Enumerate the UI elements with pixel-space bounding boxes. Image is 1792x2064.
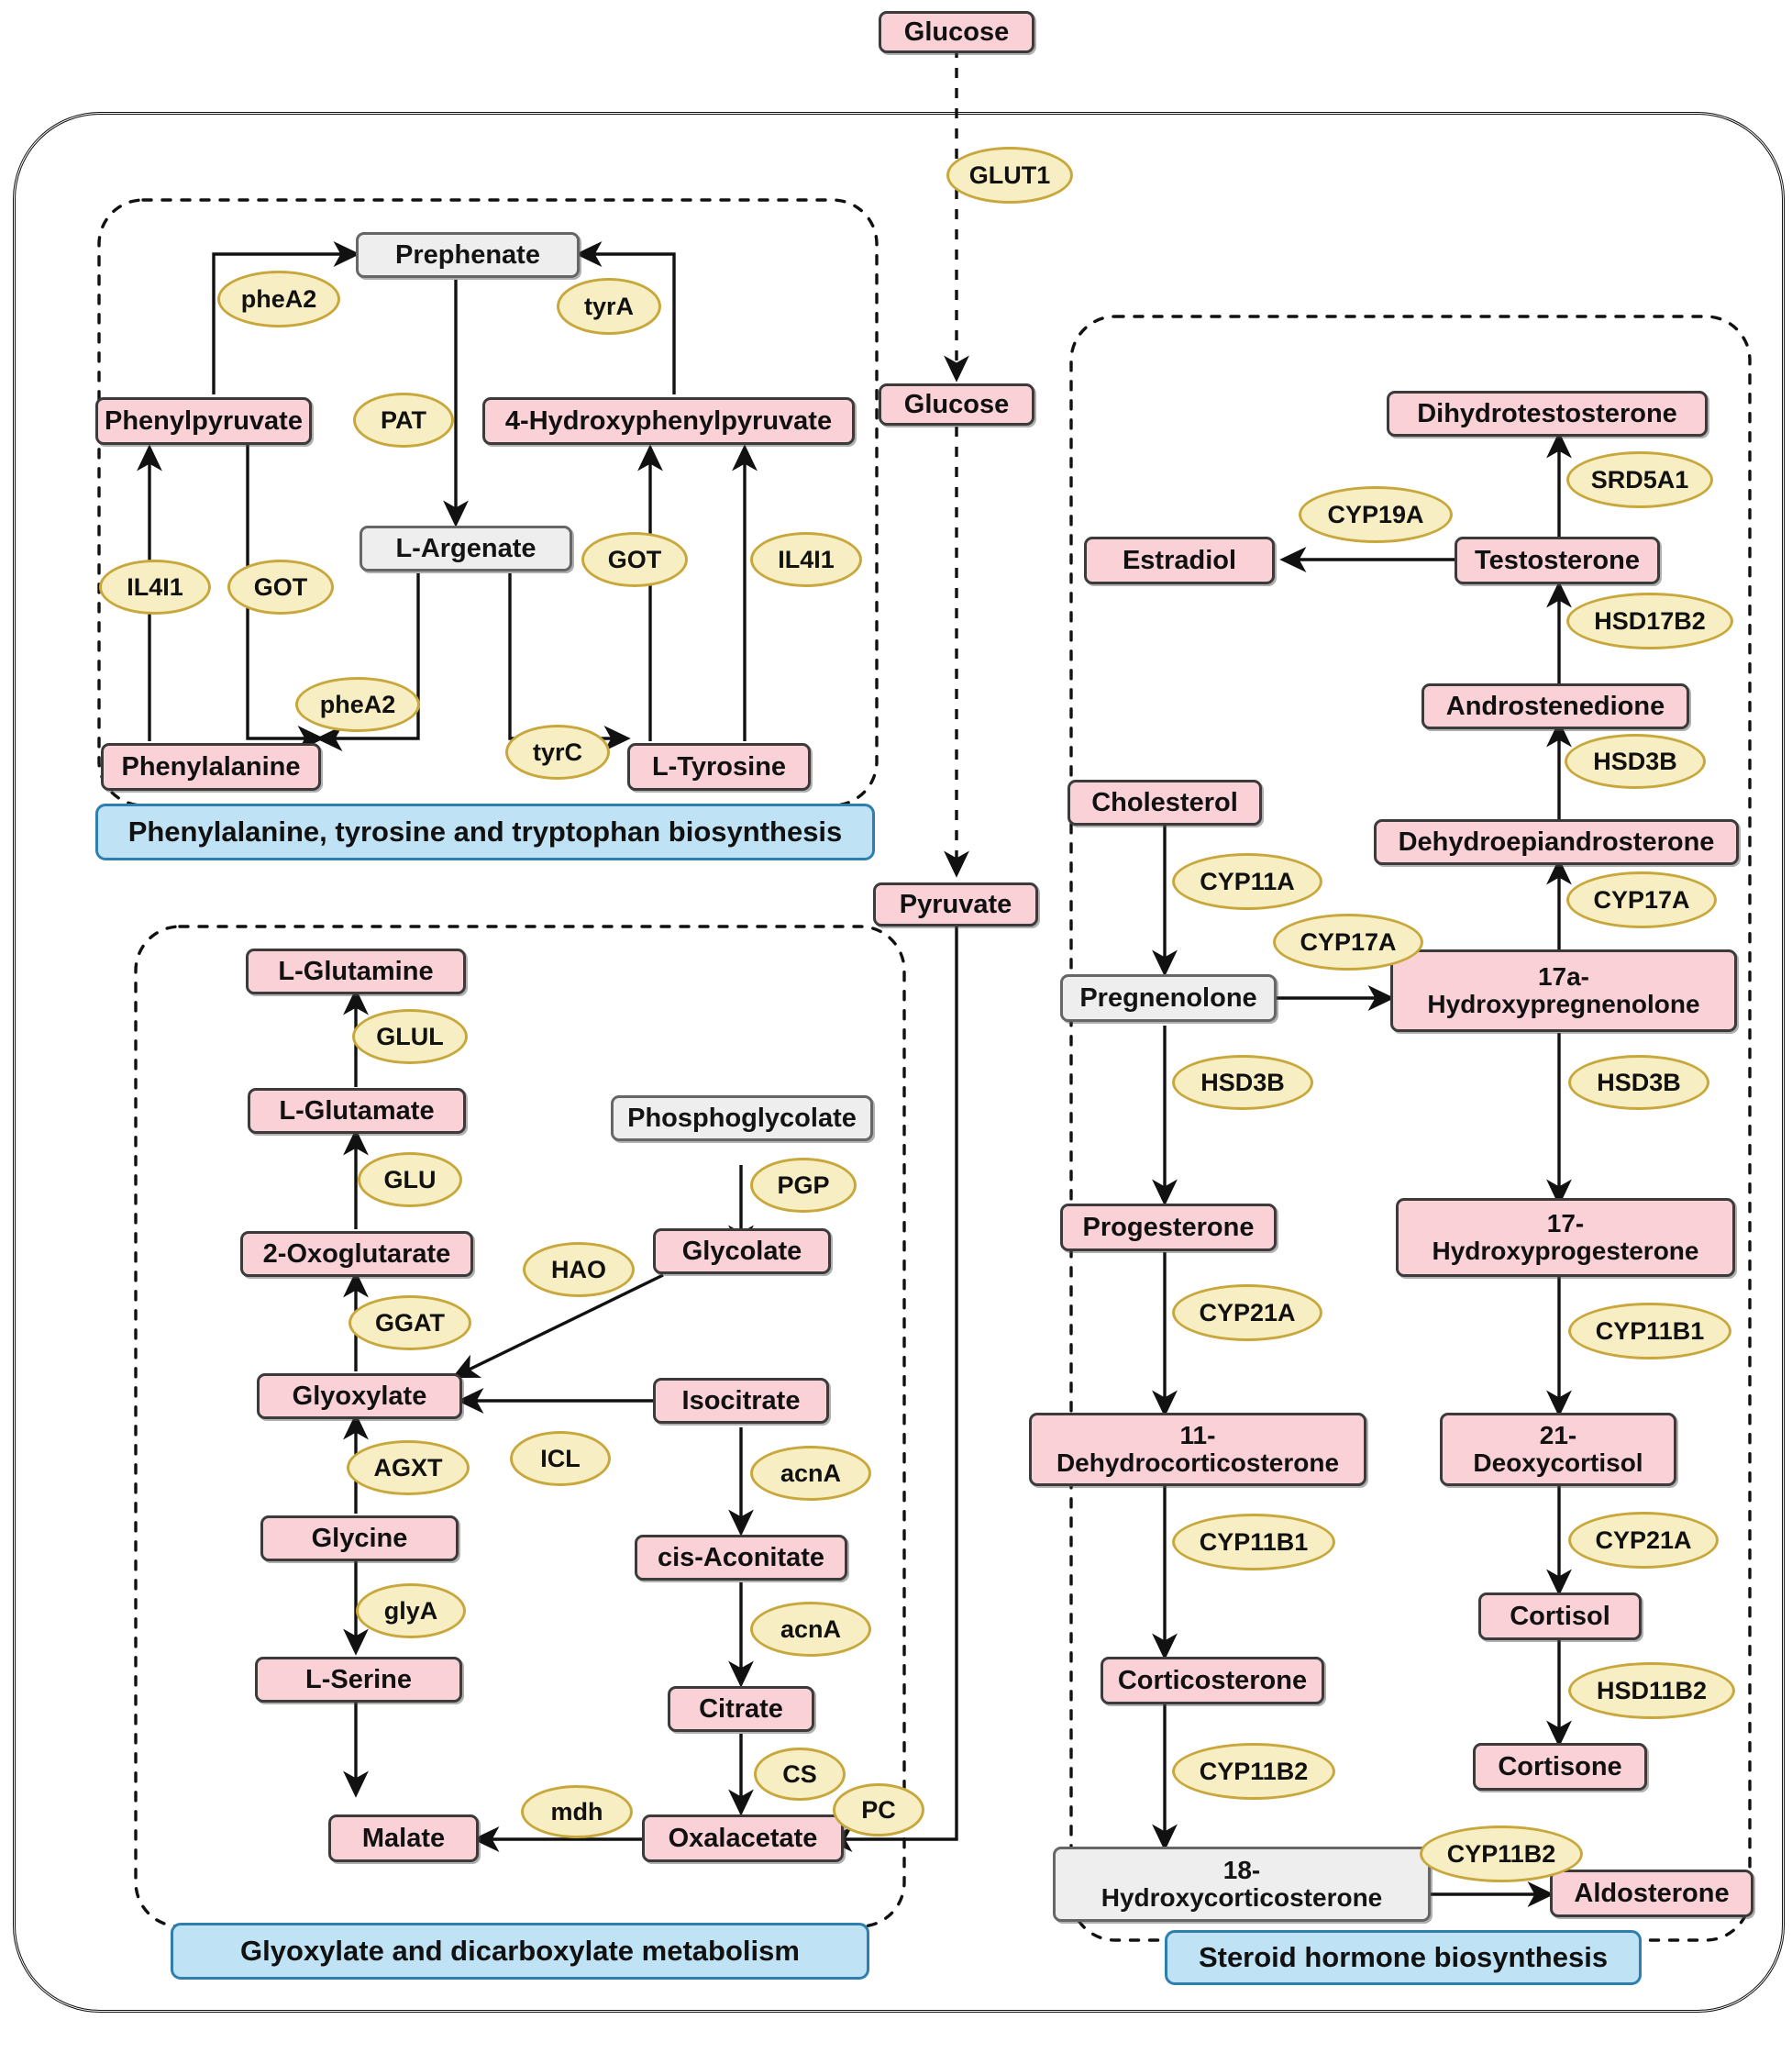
node-pregnenolone[interactable]: Pregnenolone <box>1060 974 1277 1022</box>
enzyme-hsd17b2[interactable]: HSD17B2 <box>1566 593 1733 649</box>
node-phenylpyruvate[interactable]: Phenylpyruvate <box>95 397 312 445</box>
enzyme-pc[interactable]: PC <box>833 1783 924 1837</box>
node-aldosterone[interactable]: Aldosterone <box>1550 1870 1753 1917</box>
enzyme-cyp21a-right[interactable]: CYP21A <box>1568 1512 1719 1569</box>
enzyme-srd5a1[interactable]: SRD5A1 <box>1566 451 1713 508</box>
node-21-deoxycortisol[interactable]: 21- Deoxycortisol <box>1440 1413 1676 1486</box>
node-citrate[interactable]: Citrate <box>668 1686 814 1732</box>
enzyme-glya[interactable]: glyA <box>356 1583 466 1638</box>
node-corticosterone[interactable]: Corticosterone <box>1101 1657 1324 1704</box>
enzyme-cyp17a-side[interactable]: CYP17A <box>1273 914 1423 971</box>
enzyme-il4i1-left[interactable]: IL4I1 <box>99 560 211 615</box>
pathway-diagram: Glucose Glucose Pyruvate Prephenate Phen… <box>0 0 1792 2064</box>
enzyme-cyp17a-up[interactable]: CYP17A <box>1566 871 1717 928</box>
enzyme-hao[interactable]: HAO <box>523 1242 635 1297</box>
enzyme-got-left[interactable]: GOT <box>227 560 334 615</box>
node-4-hydroxyphenylpyruvate[interactable]: 4-Hydroxyphenylpyruvate <box>482 397 855 445</box>
enzyme-agxt[interactable]: AGXT <box>347 1440 470 1495</box>
enzyme-hsd11b2[interactable]: HSD11B2 <box>1568 1662 1735 1719</box>
node-glucose-intracellular[interactable]: Glucose <box>879 383 1034 426</box>
enzyme-cs[interactable]: CS <box>754 1748 846 1801</box>
enzyme-cyp11b2-left[interactable]: CYP11B2 <box>1172 1743 1335 1800</box>
enzyme-acna-top[interactable]: acnA <box>750 1446 871 1501</box>
enzyme-cyp21a-left[interactable]: CYP21A <box>1172 1284 1322 1341</box>
node-17-hydroxyprogesterone[interactable]: 17- Hydroxyprogesterone <box>1396 1198 1735 1277</box>
node-cis-aconitate[interactable]: cis-Aconitate <box>635 1535 847 1581</box>
enzyme-ggat[interactable]: GGAT <box>348 1295 471 1350</box>
node-prephenate[interactable]: Prephenate <box>356 232 580 278</box>
enzyme-il4i1-right[interactable]: IL4I1 <box>750 532 862 587</box>
node-androstenedione[interactable]: Androstenedione <box>1421 683 1689 729</box>
enzyme-glu[interactable]: GLU <box>358 1152 462 1207</box>
node-cortisone[interactable]: Cortisone <box>1473 1743 1647 1791</box>
node-l-glutamine[interactable]: L-Glutamine <box>246 949 466 994</box>
enzyme-acna-bottom[interactable]: acnA <box>750 1602 871 1657</box>
enzyme-hsd3b-right[interactable]: HSD3B <box>1568 1055 1709 1110</box>
enzyme-pat[interactable]: PAT <box>353 393 454 448</box>
node-l-glutamate[interactable]: L-Glutamate <box>248 1088 466 1134</box>
enzyme-phea2-top[interactable]: pheA2 <box>217 271 340 327</box>
node-oxalacetate[interactable]: Oxalacetate <box>642 1814 844 1862</box>
node-dihydrotestosterone[interactable]: Dihydrotestosterone <box>1387 391 1708 437</box>
node-cholesterol[interactable]: Cholesterol <box>1067 780 1262 826</box>
enzyme-mdh[interactable]: mdh <box>521 1785 633 1838</box>
enzyme-cyp19a[interactable]: CYP19A <box>1299 486 1453 543</box>
pathway-label-phenylalanine-tyrosine-tryptophan[interactable]: Phenylalanine, tyrosine and tryptophan b… <box>95 804 875 860</box>
pathway-label-steroid-hormone-biosynthesis[interactable]: Steroid hormone biosynthesis <box>1165 1930 1642 1985</box>
enzyme-got-mid[interactable]: GOT <box>581 532 688 587</box>
enzyme-glut1[interactable]: GLUT1 <box>946 147 1073 204</box>
node-dehydroepiandrosterone[interactable]: Dehydroepiandrosterone <box>1374 819 1739 865</box>
enzyme-phea2-bottom[interactable]: pheA2 <box>295 677 420 732</box>
pathway-label-glyoxylate-dicarboxylate[interactable]: Glyoxylate and dicarboxylate metabolism <box>171 1923 869 1980</box>
enzyme-hsd3b-left[interactable]: HSD3B <box>1172 1055 1313 1110</box>
node-glycine[interactable]: Glycine <box>260 1515 459 1561</box>
node-glyoxylate[interactable]: Glyoxylate <box>257 1373 462 1419</box>
enzyme-pgp[interactable]: PGP <box>750 1158 857 1213</box>
node-17a-hydroxypregnenolone[interactable]: 17a- Hydroxypregnenolone <box>1390 949 1737 1032</box>
node-progesterone[interactable]: Progesterone <box>1060 1204 1277 1251</box>
enzyme-cyp11b1-right[interactable]: CYP11B1 <box>1568 1303 1731 1359</box>
enzyme-tyra[interactable]: tyrA <box>557 278 661 335</box>
node-l-serine[interactable]: L-Serine <box>255 1657 462 1703</box>
node-estradiol[interactable]: Estradiol <box>1084 537 1275 584</box>
enzyme-icl[interactable]: ICL <box>510 1431 611 1486</box>
node-phosphoglycolate[interactable]: Phosphoglycolate <box>611 1095 873 1141</box>
node-cortisol[interactable]: Cortisol <box>1478 1592 1642 1640</box>
node-malate[interactable]: Malate <box>328 1814 479 1862</box>
enzyme-cyp11a[interactable]: CYP11A <box>1172 853 1322 910</box>
node-l-argenate[interactable]: L-Argenate <box>360 526 572 571</box>
node-l-tyrosine[interactable]: L-Tyrosine <box>627 743 811 791</box>
node-2-oxoglutarate[interactable]: 2-Oxoglutarate <box>240 1231 473 1277</box>
enzyme-cyp11b1-left[interactable]: CYP11B1 <box>1172 1514 1335 1570</box>
enzyme-glul[interactable]: GLUL <box>352 1009 468 1064</box>
enzyme-tyrc[interactable]: tyrC <box>505 725 610 780</box>
node-glycolate[interactable]: Glycolate <box>653 1228 831 1274</box>
node-pyruvate[interactable]: Pyruvate <box>873 882 1038 927</box>
node-glucose-extracellular[interactable]: Glucose <box>879 11 1034 53</box>
node-testosterone[interactable]: Testosterone <box>1455 537 1660 584</box>
enzyme-cyp11b2-right[interactable]: CYP11B2 <box>1420 1825 1583 1882</box>
node-11-dehydrocorticosterone[interactable]: 11- Dehydrocorticosterone <box>1029 1413 1366 1486</box>
node-isocitrate[interactable]: Isocitrate <box>653 1378 829 1424</box>
enzyme-hsd3b-right-top[interactable]: HSD3B <box>1565 734 1706 789</box>
node-phenylalanine[interactable]: Phenylalanine <box>101 743 321 791</box>
node-18-hydroxycorticosterone[interactable]: 18- Hydroxycorticosterone <box>1053 1847 1431 1922</box>
